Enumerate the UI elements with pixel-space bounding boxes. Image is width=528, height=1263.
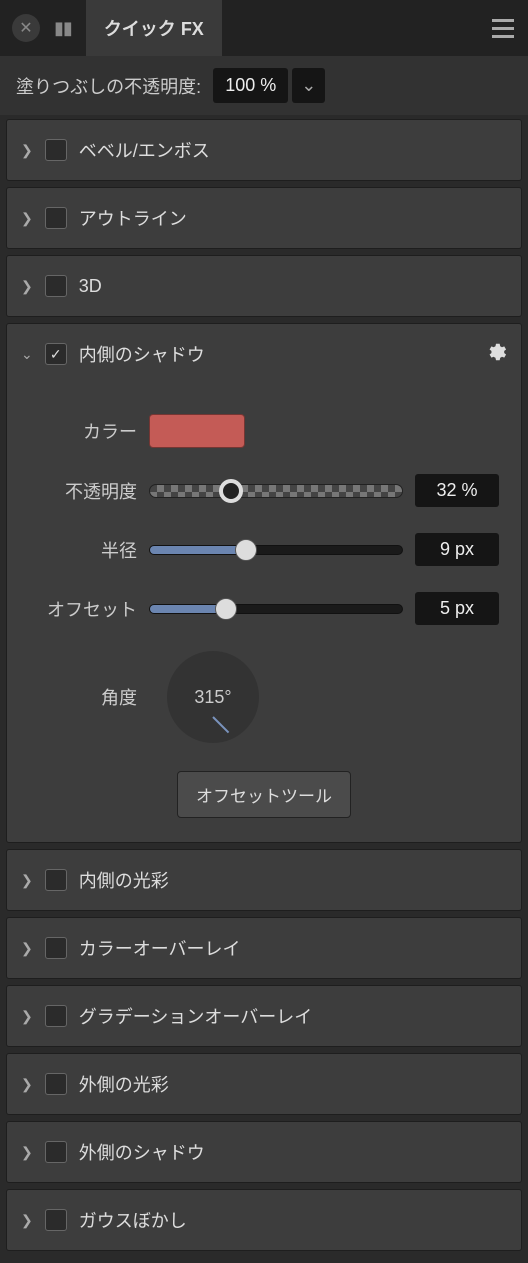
close-button[interactable]: ✕ [12,14,40,42]
effects-list: ❯ ベベル/エンボス ❯ アウトライン ❯ 3D ⌄ 内側のシャドウ [0,115,528,1263]
chevron-right-icon: ❯ [21,1076,33,1093]
section-header[interactable]: ⌄ 内側のシャドウ [7,324,521,384]
angle-label: 角度 [29,684,149,710]
gear-icon[interactable] [485,341,507,368]
radius-label: 半径 [29,537,149,563]
chevron-right-icon: ❯ [21,940,33,957]
section-color-overlay: ❯ カラーオーバーレイ [6,917,522,979]
chevron-right-icon: ❯ [21,142,33,159]
opacity-slider[interactable] [149,484,403,498]
section-label: グラデーションオーバーレイ [79,1003,312,1029]
section-drop-shadow: ❯ 外側のシャドウ [6,1121,522,1183]
section-label: 3D [79,276,102,297]
chevron-right-icon: ❯ [21,1144,33,1161]
section-label: アウトライン [79,205,187,231]
section-bevel: ❯ ベベル/エンボス [6,119,522,181]
section-checkbox[interactable] [45,869,67,891]
offset-field[interactable]: 5 px [415,592,499,625]
color-label: カラー [29,418,149,444]
fill-opacity-dropdown[interactable]: ⌄ [292,68,325,103]
opacity-field[interactable]: 32 % [415,474,499,507]
color-row: カラー [29,414,499,448]
section-header[interactable]: ❯ グラデーションオーバーレイ [7,986,521,1046]
section-checkbox[interactable] [45,937,67,959]
fill-opacity-label: 塗りつぶしの不透明度: [16,73,201,99]
chevron-down-icon: ⌄ [21,346,33,363]
section-header[interactable]: ❯ 内側の光彩 [7,850,521,910]
section-label: ガウスぼかし [79,1207,187,1233]
section-label: 外側の光彩 [79,1071,169,1097]
section-outline: ❯ アウトライン [6,187,522,249]
section-inner-shadow: ⌄ 内側のシャドウ カラー 不透明度 32 % 半径 [6,323,522,843]
chevron-right-icon: ❯ [21,1212,33,1229]
chevron-right-icon: ❯ [21,872,33,889]
section-label: カラーオーバーレイ [79,935,241,961]
menu-button[interactable] [492,19,514,38]
section-label: 内側のシャドウ [79,341,205,367]
color-swatch[interactable] [149,414,245,448]
angle-needle-icon [212,717,229,734]
radius-row: 半径 9 px [29,533,499,566]
offset-slider[interactable] [149,604,403,614]
section-header[interactable]: ❯ 外側の光彩 [7,1054,521,1114]
chevron-right-icon: ❯ [21,1008,33,1025]
offset-label: オフセット [29,596,149,622]
section-header[interactable]: ❯ アウトライン [7,188,521,248]
section-outer-glow: ❯ 外側の光彩 [6,1053,522,1115]
section-checkbox[interactable] [45,1141,67,1163]
section-checkbox[interactable] [45,343,67,365]
section-label: 外側のシャドウ [79,1139,205,1165]
section-header[interactable]: ❯ 3D [7,256,521,316]
section-label: 内側の光彩 [79,867,169,893]
section-gradient-overlay: ❯ グラデーションオーバーレイ [6,985,522,1047]
section-checkbox[interactable] [45,1209,67,1231]
angle-row: 角度 315° [29,651,499,743]
section-checkbox[interactable] [45,139,67,161]
fill-opacity-field[interactable]: 100 % [213,68,288,103]
section-header[interactable]: ❯ カラーオーバーレイ [7,918,521,978]
opacity-label: 不透明度 [29,478,149,504]
angle-value: 315° [194,687,231,708]
section-checkbox[interactable] [45,207,67,229]
section-gaussian-blur: ❯ ガウスぼかし [6,1189,522,1251]
section-label: ベベル/エンボス [79,137,210,163]
section-body: カラー 不透明度 32 % 半径 9 px オフセット [7,384,521,842]
section-inner-glow: ❯ 内側の光彩 [6,849,522,911]
angle-dial[interactable]: 315° [167,651,259,743]
section-3d: ❯ 3D [6,255,522,317]
chevron-right-icon: ❯ [21,210,33,227]
radius-field[interactable]: 9 px [415,533,499,566]
offset-row: オフセット 5 px [29,592,499,625]
section-checkbox[interactable] [45,275,67,297]
panel-header: ✕ ▮▮ クイック FX [0,0,528,56]
toolbar: 塗りつぶしの不透明度: 100 % ⌄ [0,56,528,115]
panel-title: クイック FX [104,15,204,41]
panel-tab[interactable]: クイック FX [86,0,222,56]
section-header[interactable]: ❯ 外側のシャドウ [7,1122,521,1182]
section-checkbox[interactable] [45,1005,67,1027]
offset-tool-button[interactable]: オフセットツール [177,771,351,818]
pause-icon[interactable]: ▮▮ [54,18,72,39]
opacity-row: 不透明度 32 % [29,474,499,507]
section-header[interactable]: ❯ ベベル/エンボス [7,120,521,180]
radius-slider[interactable] [149,545,403,555]
section-checkbox[interactable] [45,1073,67,1095]
chevron-right-icon: ❯ [21,278,33,295]
section-header[interactable]: ❯ ガウスぼかし [7,1190,521,1250]
